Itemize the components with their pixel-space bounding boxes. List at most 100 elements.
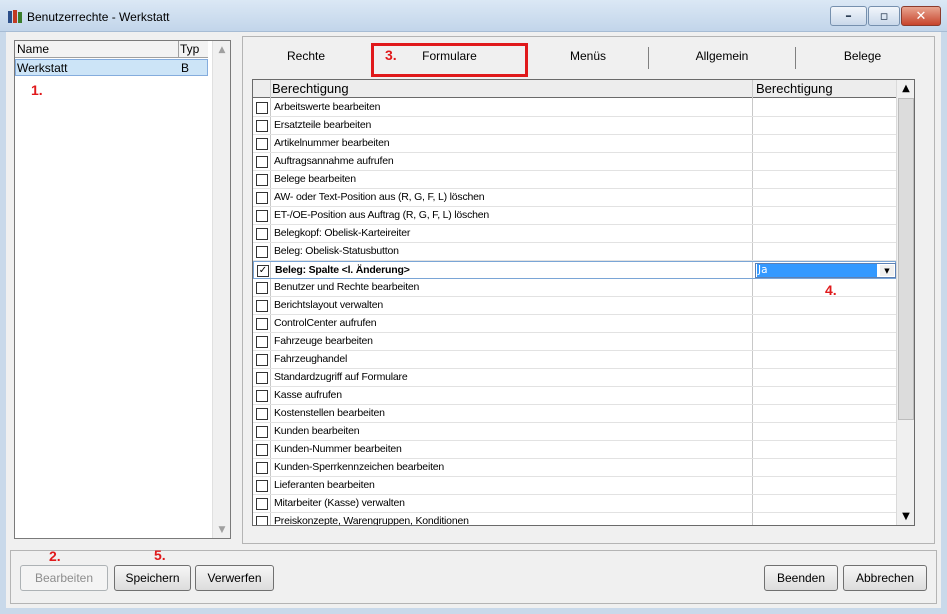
speichern-button[interactable]: Speichern — [114, 565, 191, 591]
permission-label: Artikelnummer bearbeiten — [274, 137, 390, 149]
table-row[interactable]: Mitarbeiter (Kasse) verwalten — [253, 495, 896, 513]
permission-checkbox[interactable] — [256, 498, 268, 510]
table-row[interactable]: ET-/OE-Position aus Auftrag (R, G, F, L)… — [253, 207, 896, 225]
berechtigung-dropdown[interactable]: Ja ▼ — [755, 263, 896, 278]
user-list-header: Name Typ — [15, 41, 208, 58]
permission-checkbox[interactable] — [256, 390, 268, 402]
button-bar: Bearbeiten Speichern Verwerfen Beenden A… — [10, 547, 937, 604]
table-row[interactable]: Kunden-Nummer bearbeiten — [253, 441, 896, 459]
grid-scrollbar[interactable]: ▲ ▼ — [896, 80, 914, 525]
app-icon — [8, 10, 22, 23]
tab-belege[interactable]: Belege — [796, 43, 929, 69]
permission-checkbox[interactable] — [256, 318, 268, 330]
table-row[interactable]: ControlCenter aufrufen — [253, 315, 896, 333]
close-icon: ✕ — [915, 8, 927, 24]
table-row[interactable]: Kunden bearbeiten — [253, 423, 896, 441]
table-row[interactable]: Auftragsannahme aufrufen — [253, 153, 896, 171]
permission-checkbox[interactable] — [256, 444, 268, 456]
tab-allgemein[interactable]: Allgemein — [649, 43, 795, 69]
permission-checkbox[interactable] — [256, 516, 268, 525]
table-row[interactable]: Fahrzeughandel — [253, 351, 896, 369]
abbrechen-button[interactable]: Abbrechen — [843, 565, 927, 591]
permission-label: ET-/OE-Position aus Auftrag (R, G, F, L)… — [274, 209, 490, 221]
table-row[interactable]: Beleg: Obelisk-Statusbutton — [253, 243, 896, 261]
annotation-1: 1. — [31, 82, 43, 98]
beenden-button[interactable]: Beenden — [764, 565, 838, 591]
permissions-grid[interactable]: Berechtigung Berechtigung Arbeitswerte b… — [252, 79, 915, 526]
table-row[interactable]: Kasse aufrufen — [253, 387, 896, 405]
table-row[interactable]: Kunden-Sperrkennzeichen bearbeiten — [253, 459, 896, 477]
permission-label: Kunden-Nummer bearbeiten — [274, 443, 402, 455]
permission-checkbox[interactable] — [256, 156, 268, 168]
permission-checkbox[interactable] — [256, 228, 268, 240]
minimize-button[interactable]: – — [830, 6, 867, 26]
permission-checkbox[interactable] — [256, 372, 268, 384]
table-row[interactable]: Lieferanten bearbeiten — [253, 477, 896, 495]
permission-label: Beleg: Spalte <l. Änderung> — [275, 264, 410, 276]
verwerfen-button[interactable]: Verwerfen — [195, 565, 274, 591]
permission-checkbox[interactable] — [256, 246, 268, 258]
permission-label: Fahrzeuge bearbeiten — [274, 335, 373, 347]
table-row[interactable]: ✓ Beleg: Spalte <l. Änderung> Ja ▼ — [253, 261, 896, 279]
column-divider — [178, 41, 179, 58]
table-row[interactable]: Kostenstellen bearbeiten — [253, 405, 896, 423]
close-button[interactable]: ✕ — [901, 6, 941, 26]
table-row[interactable]: Arbeitswerte bearbeiten — [253, 99, 896, 117]
table-row[interactable]: Belege bearbeiten — [253, 171, 896, 189]
table-row[interactable]: Fahrzeuge bearbeiten — [253, 333, 896, 351]
permission-label: AW- oder Text-Position aus (R, G, F, L) … — [274, 191, 485, 203]
scroll-up-icon[interactable]: ▲ — [898, 80, 914, 97]
permission-label: Benutzer und Rechte bearbeiten — [274, 281, 420, 293]
permission-checkbox[interactable] — [256, 174, 268, 186]
permission-checkbox[interactable] — [256, 138, 268, 150]
tab-menues[interactable]: Menüs — [528, 43, 648, 69]
permission-label: Mitarbeiter (Kasse) verwalten — [274, 497, 405, 509]
chevron-down-icon[interactable]: ▼ — [880, 265, 894, 276]
permission-checkbox[interactable] — [256, 462, 268, 474]
user-list[interactable]: Name Typ Werkstatt B 1. ▲ ▼ — [14, 40, 231, 539]
permission-checkbox[interactable] — [256, 408, 268, 420]
table-row[interactable]: Benutzer und Rechte bearbeiten — [253, 279, 896, 297]
permission-checkbox[interactable] — [256, 192, 268, 204]
scroll-down-icon[interactable]: ▼ — [898, 508, 914, 525]
annotation-5: 5. — [154, 547, 166, 563]
tab-rechte[interactable]: Rechte — [247, 43, 365, 69]
permission-checkbox[interactable] — [256, 354, 268, 366]
scroll-thumb[interactable] — [898, 98, 914, 420]
permission-checkbox[interactable] — [256, 282, 268, 294]
permission-checkbox[interactable]: ✓ — [257, 265, 269, 277]
column-header-berechtigung[interactable]: Berechtigung — [272, 81, 349, 96]
permission-checkbox[interactable] — [256, 210, 268, 222]
table-row[interactable]: Preiskonzepte, Warengruppen, Konditionen — [253, 513, 896, 526]
maximize-button[interactable]: ▫ — [868, 6, 900, 26]
permission-checkbox[interactable] — [256, 480, 268, 492]
table-row[interactable]: AW- oder Text-Position aus (R, G, F, L) … — [253, 189, 896, 207]
title-bar: Benutzerrechte - Werkstatt – ▫ ✕ — [0, 0, 947, 32]
permission-checkbox[interactable] — [256, 426, 268, 438]
permission-label: Preiskonzepte, Warengruppen, Konditionen — [274, 515, 469, 526]
scroll-up-icon[interactable]: ▲ — [214, 41, 230, 58]
column-header-name[interactable]: Name — [17, 42, 49, 56]
permission-checkbox[interactable] — [256, 120, 268, 132]
permission-label: Kasse aufrufen — [274, 389, 342, 401]
table-row[interactable]: Standardzugriff auf Formulare — [253, 369, 896, 387]
grid-header: Berechtigung Berechtigung — [253, 80, 896, 98]
table-row[interactable]: Ersatzteile bearbeiten — [253, 117, 896, 135]
permission-checkbox[interactable] — [256, 336, 268, 348]
list-item[interactable]: Werkstatt B — [15, 59, 208, 76]
permission-label: Arbeitswerte bearbeiten — [274, 101, 381, 113]
bearbeiten-button[interactable]: Bearbeiten — [20, 565, 108, 591]
permission-checkbox[interactable] — [256, 300, 268, 312]
column-header-typ[interactable]: Typ — [180, 42, 199, 56]
table-row[interactable]: Belegkopf: Obelisk-Karteireiter — [253, 225, 896, 243]
table-row[interactable]: Berichtslayout verwalten — [253, 297, 896, 315]
table-row[interactable]: Artikelnummer bearbeiten — [253, 135, 896, 153]
tab-strip: Rechte Formulare Menüs Allgemein Belege … — [243, 43, 934, 77]
permission-label: Kostenstellen bearbeiten — [274, 407, 385, 419]
scroll-down-icon[interactable]: ▼ — [214, 521, 230, 538]
permission-label: Ersatzteile bearbeiten — [274, 119, 372, 131]
user-list-scrollbar[interactable]: ▲ ▼ — [212, 41, 230, 538]
permission-checkbox[interactable] — [256, 102, 268, 114]
column-header-berechtigung-value[interactable]: Berechtigung — [756, 81, 833, 96]
annotation-4: 4. — [825, 282, 837, 298]
